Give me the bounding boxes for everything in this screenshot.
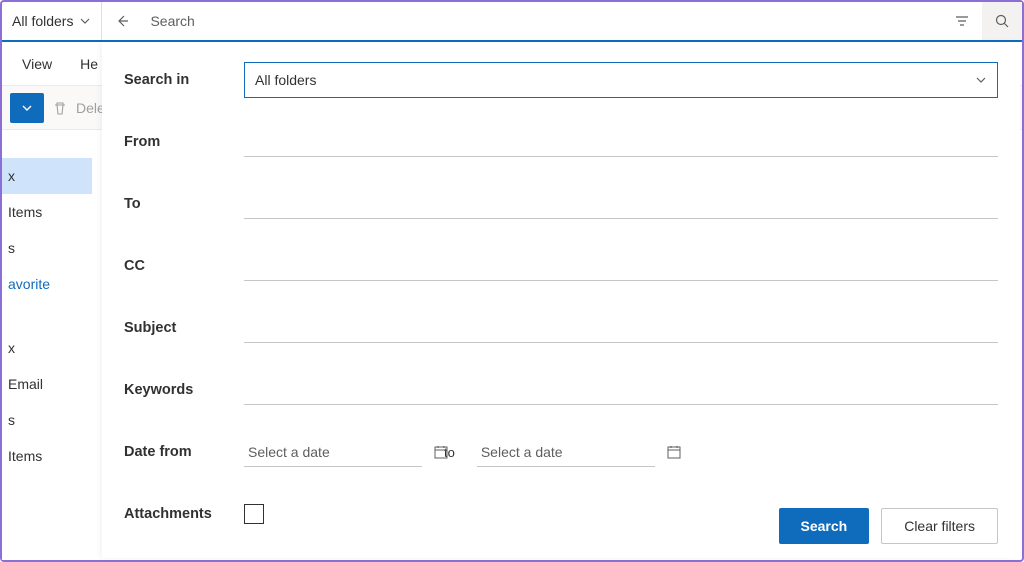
sidebar-item[interactable]: s	[2, 230, 92, 266]
folder-sidebar: x Items s avorite x Email s Items	[2, 130, 92, 560]
date-from-field[interactable]	[244, 437, 422, 467]
search-submit-button[interactable]	[982, 2, 1022, 40]
to-input[interactable]	[244, 189, 998, 219]
date-to-input[interactable]	[477, 444, 666, 460]
date-from-input[interactable]	[244, 444, 433, 460]
arrow-left-icon	[114, 13, 130, 29]
search-back-button[interactable]	[102, 2, 142, 40]
sidebar-item[interactable]: Items	[2, 438, 92, 474]
sidebar-item[interactable]: Email	[2, 366, 92, 402]
calendar-icon[interactable]	[433, 444, 449, 460]
subject-label: Subject	[124, 320, 244, 336]
chevron-down-icon	[79, 15, 91, 27]
search-in-label: Search in	[124, 72, 244, 88]
panel-actions: Search Clear filters	[779, 508, 999, 544]
sidebar-add-favorite[interactable]: avorite	[2, 266, 92, 302]
chevron-down-icon	[975, 74, 987, 86]
sidebar-item[interactable]: s	[2, 402, 92, 438]
advanced-search-panel: Search in All folders From To CC Subject…	[102, 42, 1020, 558]
delete-button-label[interactable]: Dele	[76, 100, 105, 116]
attachments-checkbox[interactable]	[244, 504, 264, 524]
search-in-value: All folders	[255, 72, 316, 88]
sidebar-item[interactable]: Items	[2, 194, 92, 230]
date-to-field[interactable]	[477, 437, 655, 467]
sidebar-item[interactable]: x	[2, 330, 92, 366]
new-mail-split-button[interactable]	[10, 93, 44, 123]
to-label: To	[124, 196, 244, 212]
search-scope-label: All folders	[12, 13, 73, 29]
date-from-label: Date from	[124, 444, 244, 460]
attachments-label: Attachments	[124, 506, 244, 522]
cc-label: CC	[124, 258, 244, 274]
from-label: From	[124, 134, 244, 150]
search-icon	[994, 13, 1010, 29]
subject-input[interactable]	[244, 313, 998, 343]
clear-filters-button[interactable]: Clear filters	[881, 508, 998, 544]
sidebar-item[interactable]: x	[2, 158, 92, 194]
cc-input[interactable]	[244, 251, 998, 281]
chevron-down-icon	[21, 102, 33, 114]
search-scope-dropdown[interactable]: All folders	[2, 2, 102, 40]
toolbar-help[interactable]: He	[80, 56, 98, 72]
toolbar-view[interactable]: View	[22, 56, 52, 72]
search-bar: All folders	[2, 2, 1022, 42]
keywords-input[interactable]	[244, 375, 998, 405]
from-input[interactable]	[244, 127, 998, 157]
trash-icon	[52, 100, 68, 116]
search-button[interactable]: Search	[779, 508, 870, 544]
keywords-label: Keywords	[124, 382, 244, 398]
search-filter-button[interactable]	[942, 2, 982, 40]
search-in-select[interactable]: All folders	[244, 62, 998, 98]
search-input[interactable]	[142, 2, 942, 40]
calendar-icon[interactable]	[666, 444, 682, 460]
filter-icon	[954, 13, 970, 29]
